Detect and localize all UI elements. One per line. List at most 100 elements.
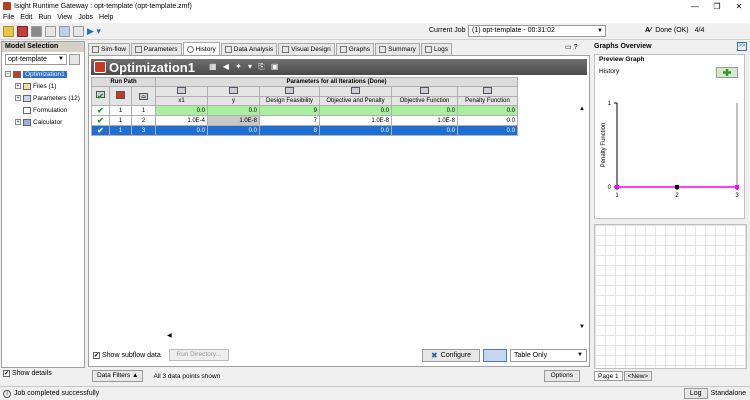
scroll-left-icon[interactable]: ◀ — [167, 333, 172, 339]
open-folder-icon[interactable] — [3, 25, 14, 37]
scroll-down-icon[interactable]: ▼ — [579, 324, 585, 330]
show-details-label: Show details — [12, 370, 52, 377]
table-view-button[interactable] — [483, 349, 507, 362]
tab-sim-flow[interactable]: Sim-flow — [88, 43, 130, 55]
tree-item-calculator[interactable]: + Calculator — [5, 116, 80, 128]
cell-y[interactable]: 0.0 — [207, 105, 260, 116]
table-row[interactable]: ✔ 1 2 1.0E-4 1.0E-8 7 1.0E-8 1.0E-8 0.0 — [91, 115, 518, 126]
cell-x1[interactable]: 1.0E-4 — [155, 115, 208, 126]
options-button[interactable]: Options — [543, 370, 580, 382]
menu-file[interactable]: File — [3, 14, 14, 21]
optimization-icon — [94, 61, 106, 73]
scroll-up-icon[interactable]: ▲ — [579, 106, 587, 112]
run-directory-button[interactable]: Run Directory... — [168, 349, 229, 361]
page-tab-new[interactable]: <New> — [623, 371, 653, 381]
tab-visual-design[interactable]: Visual Design — [278, 43, 335, 55]
cell-penalty[interactable]: 0.0 — [457, 115, 518, 126]
expand-panel-button[interactable]: >> — [737, 42, 747, 51]
penalty-chart[interactable]: 011 2 3Penalty Function — [597, 89, 745, 219]
cell-penalty[interactable]: 0.0 — [457, 105, 518, 116]
cell-objective-penalty[interactable]: 0.0 — [319, 125, 392, 136]
cell-feasibility[interactable]: 9 — [259, 105, 320, 116]
tab-data-analysis[interactable]: Data Analysis — [220, 43, 278, 55]
help-icon[interactable]: ? — [574, 44, 578, 51]
cell-objective[interactable]: 0.0 — [391, 125, 458, 136]
current-job-select[interactable]: (1) opt-template - 00:31:02 ▼ — [468, 25, 606, 37]
cell-penalty[interactable]: 0.0 — [457, 125, 518, 136]
tree-item-files[interactable]: + Files (1) — [5, 80, 80, 92]
history-table[interactable]: Run Path Parameters for all Iterations (… — [91, 77, 518, 136]
cell-y[interactable]: 1.0E-8 — [207, 115, 260, 126]
column-header-x1[interactable]: x1 — [155, 96, 208, 106]
tree-item-formulation[interactable]: Formulation — [5, 104, 80, 116]
table-row[interactable]: ✔ 1 1 0.0 0.0 9 0.0 0.0 0.0 — [91, 105, 518, 116]
data-filters-button[interactable]: Data Filters ▲ — [92, 370, 144, 382]
cell-objective-penalty[interactable]: 0.0 — [319, 105, 392, 116]
view-mode-select[interactable]: Table Only ▼ — [510, 349, 587, 362]
table-row-selected[interactable]: ✔ 1 3 0.0 0.0 8 0.0 0.0 0.0 — [91, 125, 518, 136]
job-status-count: 4/4 — [694, 27, 705, 34]
expand-icon[interactable]: + — [15, 119, 21, 125]
cell-y[interactable]: 0.0 — [207, 125, 260, 136]
menu-run[interactable]: Run — [38, 14, 51, 21]
expand-icon[interactable]: + — [15, 83, 21, 89]
run-icon[interactable]: ▶ ▾ — [87, 26, 101, 37]
graph-canvas[interactable] — [594, 224, 747, 369]
add-graph-button[interactable] — [716, 67, 738, 78]
header-tools[interactable]: ▦ ◀ ✦ ▾ ⎘ ▣ — [209, 62, 281, 72]
run-column-header[interactable] — [109, 86, 132, 106]
add-graph-icon — [723, 69, 731, 76]
column-header-objective-penalty[interactable]: Objective and Penalty — [319, 96, 392, 106]
column-header-penalty[interactable]: Penalty Function — [457, 96, 518, 106]
tree-item-parameters[interactable]: + Parameters (12) — [5, 92, 80, 104]
menu-help[interactable]: Help — [99, 14, 113, 21]
maximize-button[interactable]: ❐ — [706, 2, 728, 11]
log-button[interactable]: Log — [683, 388, 708, 399]
cell-objective[interactable]: 1.0E-8 — [391, 115, 458, 126]
page-tab-1[interactable]: Page 1 — [594, 371, 623, 381]
window-title: Isight Runtime Gateway : opt-template (o… — [14, 2, 192, 10]
show-details-checkbox[interactable]: ✔ Show details — [3, 370, 52, 377]
minimize-button[interactable]: — — [684, 2, 706, 11]
status-column-header[interactable]: ✔ — [91, 86, 110, 106]
vertical-scrollbar[interactable]: ▲ ▼ — [579, 106, 587, 334]
library-icon[interactable] — [73, 25, 84, 37]
job-status-text: Done (OK) — [655, 27, 689, 34]
params-header: Parameters for all Iterations (Done) — [155, 77, 518, 87]
cell-x1[interactable]: 0.0 — [155, 105, 208, 116]
column-header-feasibility[interactable]: Design Feasibility — [259, 96, 320, 106]
tab-summary[interactable]: Summary — [375, 43, 420, 55]
menu-view[interactable]: View — [57, 14, 72, 21]
menu-jobs[interactable]: Jobs — [78, 14, 93, 21]
model-select[interactable]: opt-template ▼ — [5, 54, 67, 65]
model-settings-button[interactable] — [69, 54, 80, 65]
column-header-y[interactable]: y — [207, 96, 260, 106]
tab-logs[interactable]: Logs — [420, 43, 453, 55]
cell-feasibility[interactable]: 8 — [259, 125, 320, 136]
column-header-objective[interactable]: Objective Function — [391, 96, 458, 106]
horizontal-scrollbar[interactable]: ◀ — [167, 332, 172, 339]
close-button[interactable]: ✕ — [728, 2, 750, 11]
obj-icon-header — [391, 86, 458, 97]
model-icon[interactable] — [17, 25, 28, 37]
tab-graphs[interactable]: Graphs — [335, 43, 375, 55]
tab-history[interactable]: History — [182, 42, 220, 55]
grid-icon[interactable] — [59, 25, 70, 37]
cell-objective-penalty[interactable]: 1.0E-8 — [319, 115, 392, 126]
copy-icon[interactable] — [45, 25, 56, 37]
save-icon[interactable] — [31, 25, 42, 37]
iteration-column-header[interactable]: ⌓ — [131, 86, 156, 106]
cell-objective[interactable]: 0.0 — [391, 105, 458, 116]
expand-icon[interactable]: + — [15, 95, 21, 101]
show-subflow-checkbox[interactable]: ✔ Show subflow data — [93, 351, 161, 359]
history-label: History — [599, 68, 620, 75]
menu-edit[interactable]: Edit — [20, 14, 32, 21]
configure-button[interactable]: ✖ Configure — [422, 349, 480, 362]
tree-item-optimization1[interactable]: − Optimization1 — [5, 68, 80, 80]
cell-feasibility[interactable]: 7 — [259, 115, 320, 126]
tab-parameters[interactable]: Parameters — [130, 43, 182, 55]
chevron-down-icon: ▼ — [577, 352, 583, 358]
layout-icon[interactable]: ▭ — [565, 44, 572, 51]
collapse-icon[interactable]: − — [5, 71, 11, 77]
cell-x1[interactable]: 0.0 — [155, 125, 208, 136]
